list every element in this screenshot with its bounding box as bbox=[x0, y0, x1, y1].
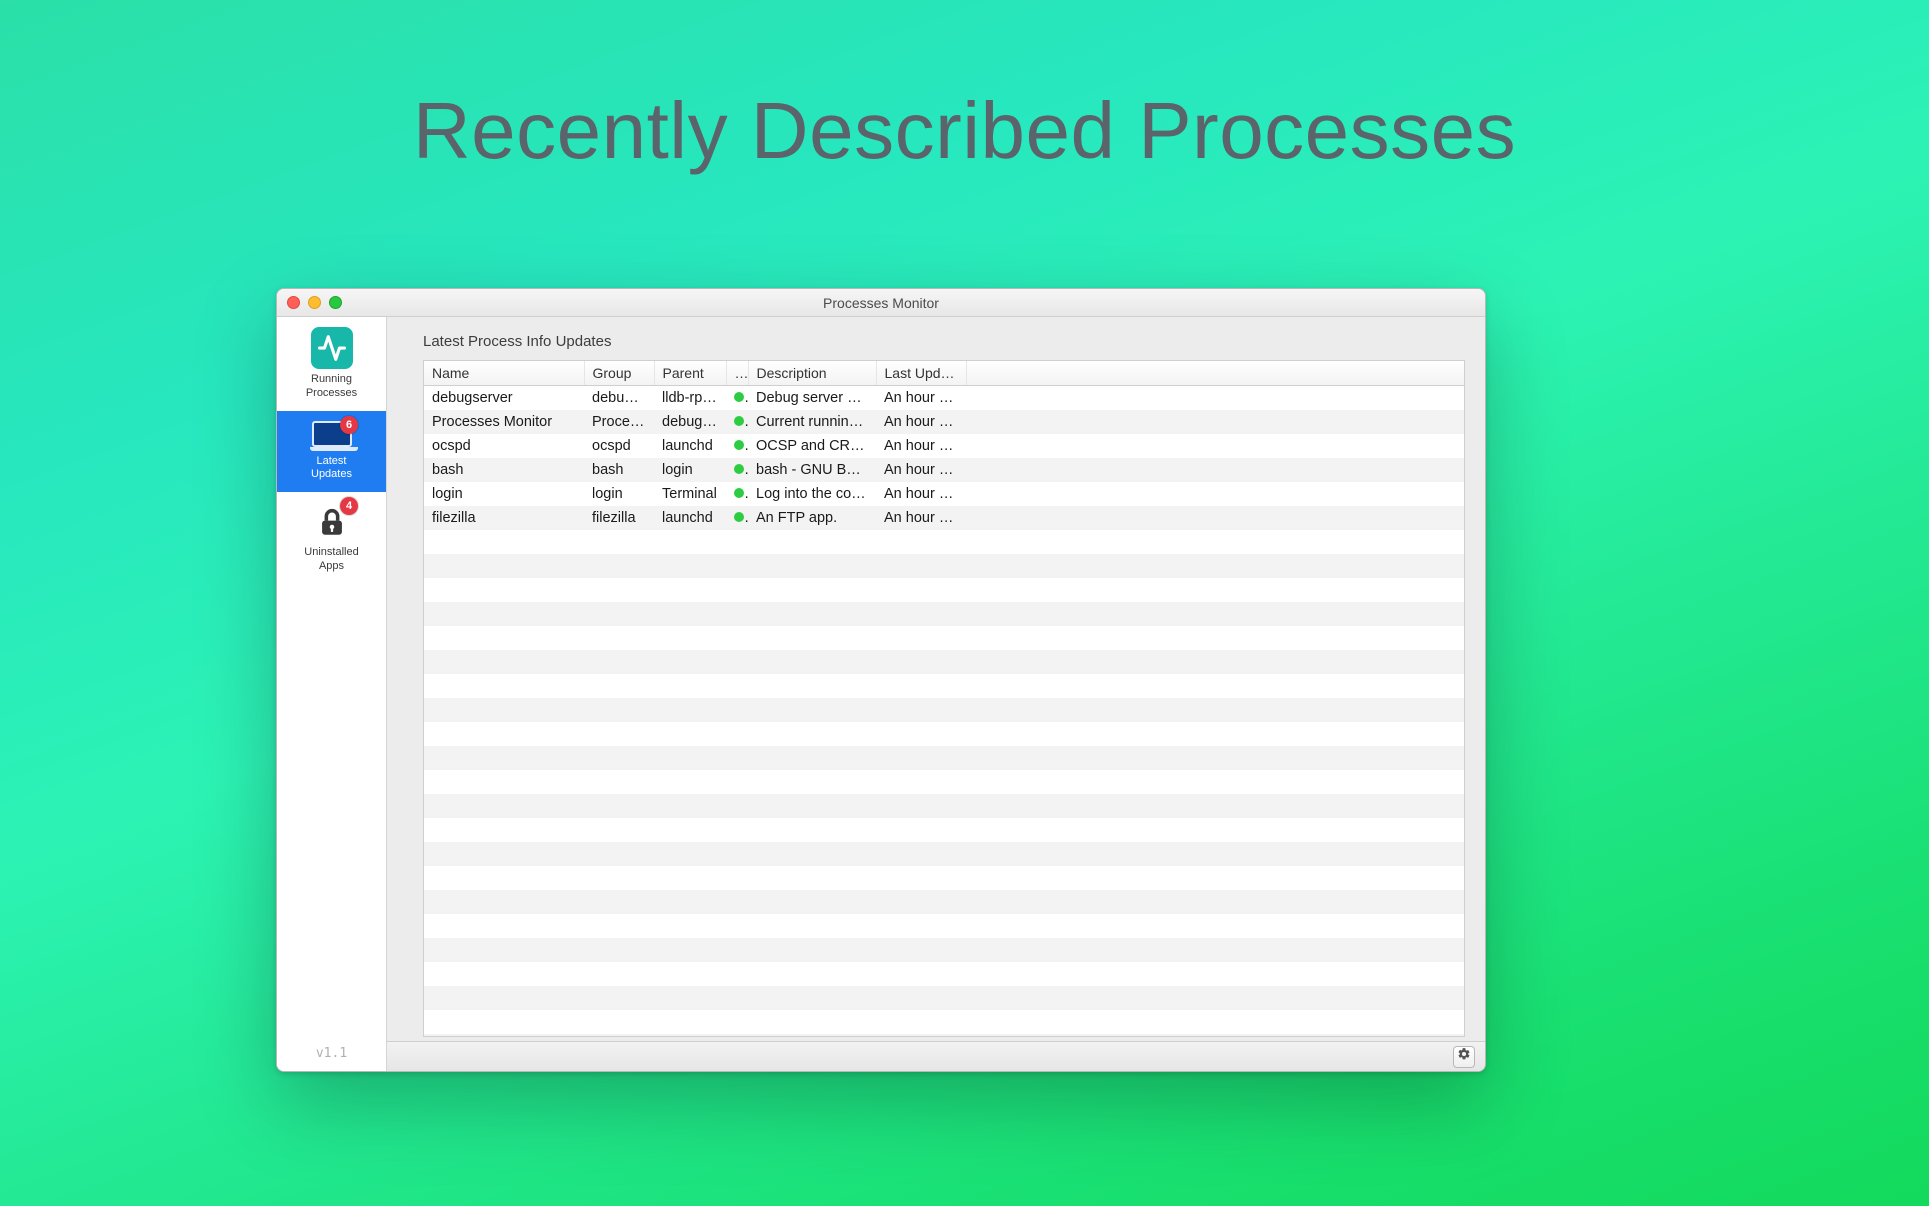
table-cell: debugs… bbox=[584, 386, 654, 410]
table-cell bbox=[726, 458, 748, 482]
table-row[interactable]: ocspdocspdlaunchdOCSP and CRL D…An hour … bbox=[424, 434, 1464, 458]
table-cell: Processes Monitor bbox=[424, 410, 584, 434]
table-cell bbox=[726, 482, 748, 506]
sidebar-item-latest-updates[interactable]: 6 LatestUpdates bbox=[277, 411, 386, 493]
table-row[interactable]: Processes MonitorProcess…debugs… Current … bbox=[424, 410, 1464, 434]
table-cell: login bbox=[654, 458, 726, 482]
process-table: Name Group Parent … Description Last Upd… bbox=[423, 360, 1465, 1037]
app-window: Processes Monitor RunningProcesses 6 bbox=[276, 288, 1486, 1072]
sidebar-item-label: UninstalledApps bbox=[281, 546, 382, 574]
table-cell: Process… bbox=[584, 410, 654, 434]
table-cell: bash bbox=[584, 458, 654, 482]
table-cell: An hour ago bbox=[876, 482, 966, 506]
table-cell: Debug server ma… bbox=[748, 386, 876, 410]
table-cell bbox=[966, 386, 1464, 410]
status-dot-icon bbox=[734, 392, 744, 402]
table-cell: Current running… bbox=[748, 410, 876, 434]
status-dot-icon bbox=[734, 416, 744, 426]
table-cell: Terminal bbox=[654, 482, 726, 506]
status-dot-icon bbox=[734, 512, 744, 522]
table-cell: lldb-rpc… bbox=[654, 386, 726, 410]
table-cell: bash bbox=[424, 458, 584, 482]
table-cell: OCSP and CRL D… bbox=[748, 434, 876, 458]
table-cell bbox=[966, 506, 1464, 530]
col-spacer bbox=[966, 361, 1464, 386]
table-cell: login bbox=[584, 482, 654, 506]
table-cell: launchd bbox=[654, 434, 726, 458]
table-cell: filezilla bbox=[584, 506, 654, 530]
table-cell: debugserver bbox=[424, 386, 584, 410]
table-row[interactable]: loginloginTerminalLog into the com…An ho… bbox=[424, 482, 1464, 506]
sidebar-item-label: LatestUpdates bbox=[281, 455, 382, 483]
table-row[interactable]: filezillafilezillalaunchdAn FTP app.An h… bbox=[424, 506, 1464, 530]
table-cell: An hour ago bbox=[876, 410, 966, 434]
table-cell: ocspd bbox=[424, 434, 584, 458]
version-label: v1.1 bbox=[277, 1036, 386, 1071]
col-group[interactable]: Group bbox=[584, 361, 654, 386]
gear-icon bbox=[1457, 1047, 1471, 1066]
window-title: Processes Monitor bbox=[277, 295, 1485, 311]
activity-icon bbox=[311, 327, 353, 369]
col-description[interactable]: Description bbox=[748, 361, 876, 386]
titlebar: Processes Monitor bbox=[277, 289, 1485, 317]
table-cell: login bbox=[424, 482, 584, 506]
page-heading: Recently Described Processes bbox=[0, 85, 1929, 177]
status-dot-icon bbox=[734, 440, 744, 450]
table-cell: An hour ago bbox=[876, 458, 966, 482]
table-cell bbox=[726, 506, 748, 530]
status-dot-icon bbox=[734, 464, 744, 474]
table-cell: An hour ago bbox=[876, 434, 966, 458]
table-cell bbox=[966, 410, 1464, 434]
table-cell bbox=[966, 434, 1464, 458]
badge: 6 bbox=[340, 416, 358, 434]
table-cell: An FTP app. bbox=[748, 506, 876, 530]
table-cell: launchd bbox=[654, 506, 726, 530]
settings-button[interactable] bbox=[1453, 1046, 1475, 1068]
table-row[interactable]: bashbashloginbash - GNU Bour…An hour ago bbox=[424, 458, 1464, 482]
badge: 4 bbox=[340, 497, 358, 515]
table-cell bbox=[726, 434, 748, 458]
table-cell: Log into the com… bbox=[748, 482, 876, 506]
col-indicator[interactable]: … bbox=[726, 361, 748, 386]
sidebar-item-running-processes[interactable]: RunningProcesses bbox=[277, 317, 386, 411]
table-cell: ocspd bbox=[584, 434, 654, 458]
table-cell bbox=[966, 482, 1464, 506]
table-row[interactable]: debugserverdebugs…lldb-rpc… Debug server … bbox=[424, 386, 1464, 410]
table-cell: An hour ago bbox=[876, 386, 966, 410]
sidebar-item-label: RunningProcesses bbox=[281, 373, 382, 401]
sidebar-item-uninstalled-apps[interactable]: 4 UninstalledApps bbox=[277, 492, 386, 584]
col-last-updated[interactable]: Last Updated bbox=[876, 361, 966, 386]
table-header-row: Name Group Parent … Description Last Upd… bbox=[424, 361, 1464, 386]
table-cell: debugs… bbox=[654, 410, 726, 434]
col-name[interactable]: Name bbox=[424, 361, 584, 386]
table-cell: An hour ago bbox=[876, 506, 966, 530]
table-cell bbox=[726, 386, 748, 410]
bottom-toolbar bbox=[387, 1041, 1485, 1071]
col-parent[interactable]: Parent bbox=[654, 361, 726, 386]
table-cell bbox=[726, 410, 748, 434]
section-title: Latest Process Info Updates bbox=[387, 317, 1485, 360]
table-cell: bash - GNU Bour… bbox=[748, 458, 876, 482]
sidebar: RunningProcesses 6 LatestUpdates 4 bbox=[277, 317, 387, 1071]
table-empty-area bbox=[424, 530, 1464, 1037]
table-cell bbox=[966, 458, 1464, 482]
table-cell: filezilla bbox=[424, 506, 584, 530]
main-content: Latest Process Info Updates Name Group P… bbox=[387, 317, 1485, 1071]
status-dot-icon bbox=[734, 488, 744, 498]
